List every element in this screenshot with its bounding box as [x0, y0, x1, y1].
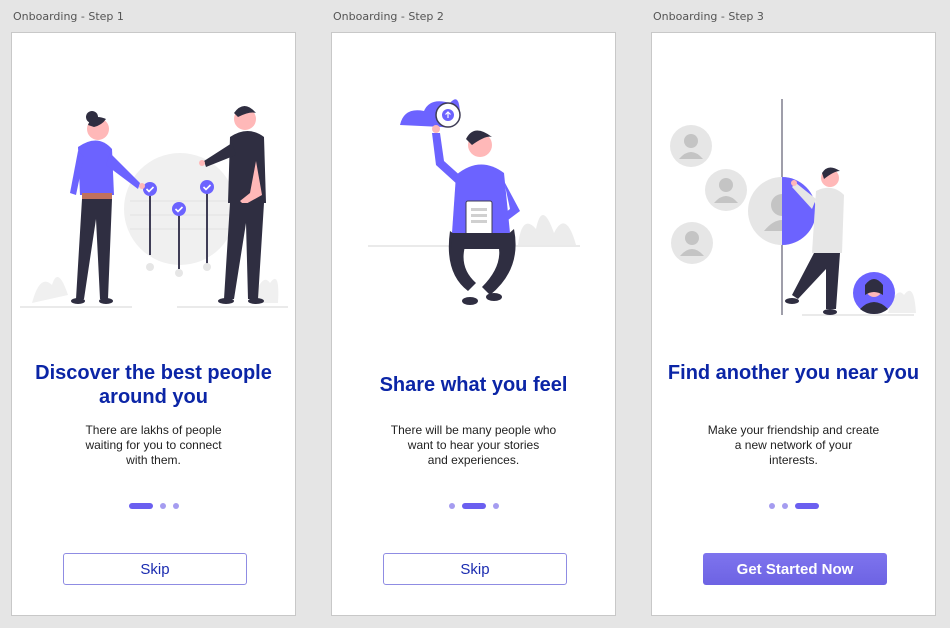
page-dot-1[interactable]: [448, 503, 455, 509]
avatar-placeholder-1: [670, 125, 712, 167]
page-indicator: [332, 503, 615, 509]
page-dot-3[interactable]: [172, 503, 179, 509]
page-indicator: [12, 503, 295, 509]
onboarding-illustration-people-connecting: [20, 106, 288, 308]
page-dot-2-active[interactable]: [461, 503, 486, 509]
onboarding-title: Share what you feel: [379, 374, 568, 396]
onboarding-card-step-2: Share what you feel There will be many p…: [331, 32, 616, 616]
onboarding-description: There will be many people who want to he…: [390, 423, 557, 467]
onboarding-description: Make your friendship and create a new ne…: [707, 423, 880, 467]
frame-label-step-3: Onboarding - Step 3: [653, 10, 764, 23]
page-dot-3[interactable]: [492, 503, 499, 509]
onboarding-illustration-sharing: [368, 99, 580, 305]
page-dot-1-active[interactable]: [128, 503, 153, 509]
onboarding-title: Find another you near you: [667, 362, 920, 384]
onboarding-card-step-1: Discover the best people around you Ther…: [11, 32, 296, 616]
page-dot-2[interactable]: [159, 503, 166, 509]
onboarding-title: Discover the best people around you: [35, 362, 272, 408]
onboarding-card-step-3: Find another you near you Make your frie…: [651, 32, 936, 616]
page-dot-2[interactable]: [781, 503, 788, 509]
onboarding-illustration-find-people: [670, 99, 916, 316]
frame-label-step-2: Onboarding - Step 2: [333, 10, 444, 23]
onboarding-description: There are lakhs of people waiting for yo…: [85, 423, 222, 467]
page-dot-3-active[interactable]: [794, 503, 819, 509]
skip-button[interactable]: Skip: [383, 553, 567, 585]
page-dot-1[interactable]: [768, 503, 775, 509]
skip-button[interactable]: Skip: [63, 553, 247, 585]
page-indicator: [652, 503, 935, 509]
frame-label-step-1: Onboarding - Step 1: [13, 10, 124, 23]
get-started-button[interactable]: Get Started Now: [703, 553, 887, 585]
